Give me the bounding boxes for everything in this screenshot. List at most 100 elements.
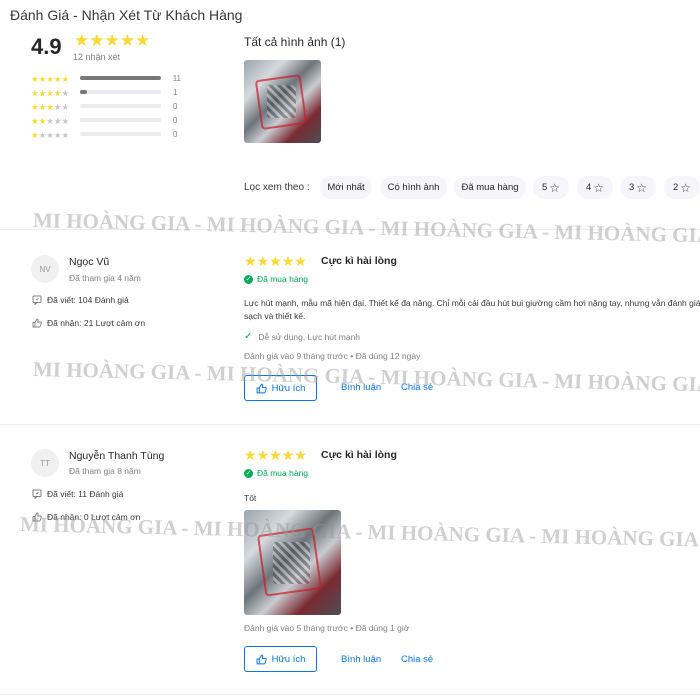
divider	[0, 694, 700, 695]
star-outline-icon: ☆	[593, 180, 605, 195]
filter-2-star[interactable]: 2 ☆	[664, 176, 700, 199]
chip-label: 2	[672, 182, 679, 193]
avatar: TT	[31, 449, 59, 477]
distribution-row-1: ★★★★★ 0	[31, 127, 181, 141]
distribution-count: 1	[173, 87, 178, 97]
all-images-title: Tất cả hình ảnh (1)	[244, 35, 346, 49]
star-icon: ★	[294, 253, 307, 269]
filter-with-images[interactable]: Có hình ảnh	[380, 176, 447, 199]
comment-button[interactable]: Bình luận	[341, 654, 381, 665]
thanks-received-text: Đã nhận: 21 Lượt cảm ơn	[47, 318, 146, 328]
review-body: Lực hút mạnh, mẫu mã hiện đại. Thiết kế …	[244, 298, 700, 321]
share-button[interactable]: Chia sẻ	[401, 654, 433, 665]
attributes-text: Dễ sử dụng, Lực hút mạnh	[258, 331, 361, 342]
reviews-written-text: Đã viết: 11 Đánh giá	[47, 489, 124, 499]
reviews-written: Đã viết: 104 Đánh giá	[32, 295, 129, 305]
filter-purchased[interactable]: Đã mua hàng	[454, 176, 526, 199]
distribution-count: 11	[172, 73, 181, 83]
helpful-button[interactable]: Hữu ích	[244, 375, 317, 401]
average-rating-stars: ★★★★★	[74, 32, 150, 51]
star-icon: ★	[256, 253, 270, 269]
thanks-received-text: Đã nhận: 0 Lượt cảm ơn	[47, 512, 141, 522]
review-count: 12 nhận xét	[73, 52, 121, 62]
review-stars: ★★★★★	[244, 447, 307, 465]
star-icon: ★	[244, 447, 257, 463]
distribution-bar	[80, 90, 161, 94]
thumbs-up-icon	[32, 318, 42, 328]
reviewer-name: Nguyễn Thanh Tùng	[69, 450, 165, 462]
distribution-fill	[79, 76, 161, 80]
rating-distribution: ★★★★★ 11 ★★★★★ 1 ★★★★★ 0 ★★★★★ 0 ★★★★★ 0	[31, 71, 181, 141]
star-icon: ★	[281, 253, 295, 269]
filter-newest[interactable]: Mới nhất	[320, 176, 372, 199]
star-icon: ★	[89, 31, 105, 50]
check-circle-icon: ✓	[244, 468, 253, 478]
star-outline-icon: ☆	[636, 180, 648, 195]
divider	[0, 229, 700, 230]
divider	[0, 424, 700, 425]
chip-label: 3	[628, 182, 635, 193]
distribution-count: 0	[173, 129, 178, 139]
distribution-fill	[80, 90, 87, 94]
avatar: NV	[31, 255, 59, 283]
review-title: Cực kì hài lòng	[321, 255, 397, 267]
review-count-icon	[32, 295, 42, 305]
thumbs-up-icon	[32, 512, 42, 522]
review-date: Đánh giá vào 9 tháng trước • Đã dùng 12 …	[244, 351, 421, 361]
review-stars: ★★★★★	[244, 253, 307, 271]
star-icon: ★	[104, 31, 120, 50]
review-image-thumbnail[interactable]	[244, 60, 321, 143]
review-image-thumbnail[interactable]	[244, 510, 341, 615]
chip-label: Có hình ảnh	[387, 182, 440, 193]
star-icon: ★	[244, 253, 257, 269]
purchased-text: Đã mua hàng	[257, 468, 309, 478]
star-icon: ★	[135, 31, 151, 50]
reviews-written: Đã viết: 11 Đánh giá	[32, 489, 123, 499]
star-outline-icon: ☆	[549, 180, 561, 195]
filter-label: Lọc xem theo :	[244, 182, 310, 193]
star-icon: ★	[269, 253, 282, 269]
average-rating: 4.9	[31, 34, 62, 59]
review-count-icon	[32, 489, 42, 499]
star-outline-icon: ☆	[680, 180, 692, 195]
thumbs-up-icon	[256, 383, 267, 393]
review-body: Tốt	[244, 493, 257, 503]
distribution-bar	[80, 118, 161, 122]
review-title: Cực kì hài lòng	[321, 449, 397, 461]
helpful-button[interactable]: Hữu ích	[244, 646, 317, 672]
distribution-count: 0	[173, 115, 178, 125]
chip-label: 4	[585, 182, 592, 193]
purchased-badge: ✓ Đã mua hàng	[244, 468, 308, 478]
star-icon: ★	[294, 447, 307, 463]
check-circle-icon: ✓	[244, 274, 253, 284]
helpful-label: Hữu ích	[271, 382, 306, 394]
star-icon: ★	[74, 31, 90, 50]
star-icon: ★	[281, 447, 295, 463]
page-title: Đánh Giá - Nhận Xét Từ Khách Hàng	[10, 7, 243, 23]
thanks-received: Đã nhận: 0 Lượt cảm ơn	[32, 512, 140, 522]
stars-1: ★★★★★	[31, 130, 70, 140]
filter-5-star[interactable]: 5 ☆	[533, 176, 569, 199]
star-icon: ★	[256, 447, 270, 463]
reviewer-joined: Đã tham gia 4 năm	[69, 273, 141, 283]
chip-label: Mới nhất	[327, 182, 365, 193]
star-icon: ★	[119, 31, 135, 50]
thanks-received: Đã nhận: 21 Lượt cảm ơn	[32, 318, 145, 328]
reviewer-name: Ngọc Vũ	[69, 256, 110, 268]
star-icon: ★	[269, 447, 282, 463]
distribution-count: 0	[173, 101, 178, 111]
helpful-label: Hữu ích	[271, 653, 306, 665]
comment-button[interactable]: Bình luận	[341, 382, 381, 393]
filter-3-star[interactable]: 3 ☆	[620, 176, 656, 199]
filter-4-star[interactable]: 4 ☆	[577, 176, 613, 199]
distribution-bar	[80, 132, 161, 136]
distribution-bar	[80, 104, 161, 108]
check-icon: ✓	[244, 331, 253, 342]
reviews-written-text: Đã viết: 104 Đánh giá	[47, 295, 129, 305]
reviewer-joined: Đã tham gia 8 năm	[69, 466, 141, 476]
chip-label: Đã mua hàng	[461, 182, 519, 193]
purchased-badge: ✓ Đã mua hàng	[244, 274, 308, 284]
chip-label: 5	[541, 182, 548, 193]
share-button[interactable]: Chia sẻ	[401, 382, 433, 393]
review-date: Đánh giá vào 5 tháng trước • Đã dùng 1 g…	[244, 623, 410, 633]
